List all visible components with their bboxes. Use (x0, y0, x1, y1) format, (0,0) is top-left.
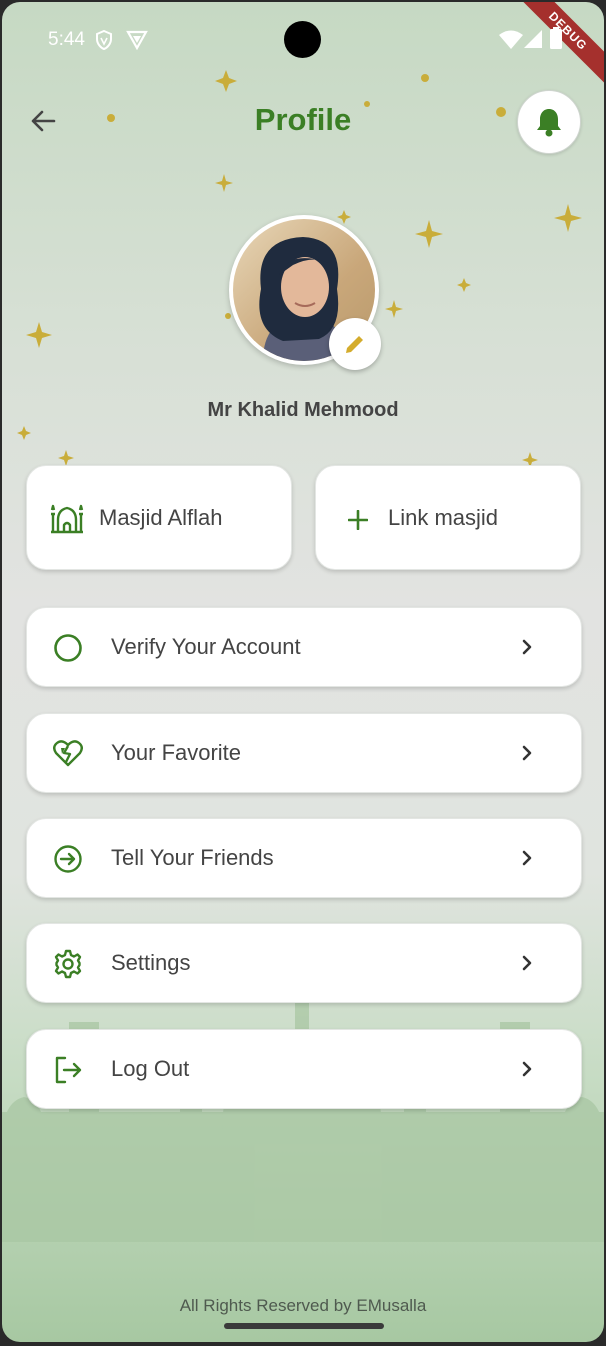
wifi-icon (499, 30, 523, 49)
menu-item-label: Your Favorite (111, 740, 242, 765)
menu-item-label: Settings (111, 950, 191, 975)
home-indicator[interactable] (224, 1323, 384, 1329)
menu-item-settings[interactable]: Settings (26, 923, 582, 1003)
chevron-right-icon (522, 745, 532, 761)
menu-item-label: Verify Your Account (111, 634, 301, 659)
battery-icon (550, 27, 562, 49)
page-title: Profile (254, 102, 352, 137)
logout-icon (55, 1056, 82, 1084)
chevron-right-icon (522, 1061, 532, 1077)
edit-avatar-button[interactable] (329, 318, 381, 370)
vpn-icon (126, 30, 148, 50)
link-masjid-label: Link masjid (388, 505, 499, 530)
menu-item-verify-account[interactable]: Verify Your Account (26, 607, 582, 687)
shield-icon (96, 30, 112, 50)
signal-icon (524, 30, 542, 48)
chevron-right-icon (522, 955, 532, 971)
footer-copyright: All Rights Reserved by EMusalla (179, 1296, 427, 1315)
masjid-name: Masjid Alflah (99, 505, 223, 530)
front-camera (284, 21, 321, 58)
menu-item-favorite[interactable]: Your Favorite (26, 713, 582, 793)
status-time: 5:44 (48, 29, 85, 50)
link-masjid-card[interactable]: Link masjid (315, 465, 581, 570)
circle-icon (54, 634, 82, 662)
phone-screen: DEBUG 5:44 Profile Mr Khalid Mehmood Mas… (2, 2, 604, 1342)
plus-icon (348, 510, 368, 530)
chevron-right-icon (522, 639, 532, 655)
menu-item-label: Log Out (111, 1056, 190, 1081)
pencil-icon (346, 336, 363, 353)
gear-icon (54, 949, 82, 979)
chevron-right-icon (522, 850, 532, 866)
menu-item-logout[interactable]: Log Out (26, 1029, 582, 1109)
broken-heart-icon (53, 740, 83, 767)
bell-icon (537, 109, 561, 137)
menu-item-tell-friends[interactable]: Tell Your Friends (26, 818, 582, 898)
menu-item-label: Tell Your Friends (111, 845, 274, 870)
notification-button[interactable] (517, 90, 581, 154)
mosque-icon (50, 504, 84, 534)
masjid-card[interactable]: Masjid Alflah (26, 465, 292, 570)
arrow-circle-icon (54, 845, 82, 873)
profile-name: Mr Khalid Mehmood (207, 399, 399, 421)
status-bar: 5:44 (2, 2, 604, 72)
